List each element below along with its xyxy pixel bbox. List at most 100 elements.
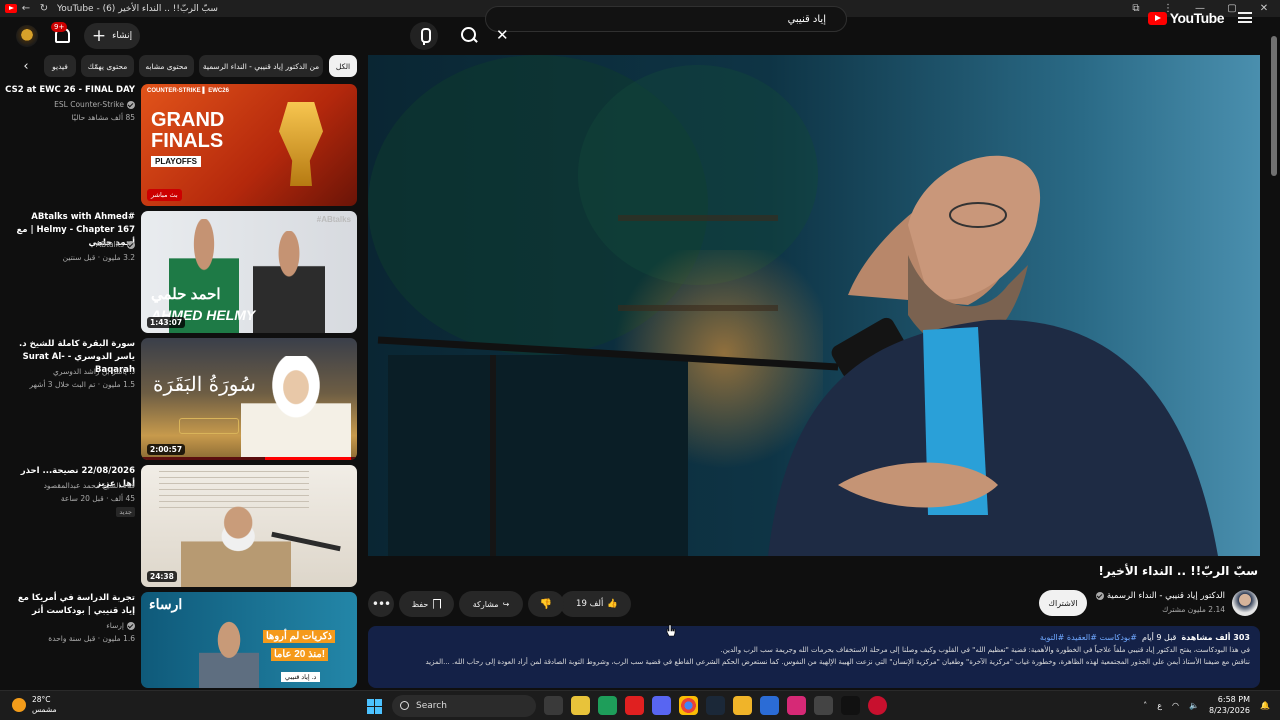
video-thumbnail[interactable]: ارساء ذكريات لم أروها منذ 20 عاما! د. إي… — [141, 592, 357, 688]
thumb-playoffs-text: PLAYOFFS — [151, 156, 201, 167]
channel-avatar[interactable] — [1232, 590, 1258, 616]
search-button-icon[interactable] — [455, 22, 483, 50]
youtube-play-logo-icon — [1147, 11, 1167, 25]
channel-name: ABtalks — [95, 240, 124, 249]
chips-scroll-left-icon[interactable]: ‹ — [15, 55, 37, 77]
description-text-2[interactable]: نناقش مع ضيفنا الأستاذ أيمن علي الجذور ا… — [378, 656, 1250, 668]
scrollbar-thumb[interactable] — [1271, 36, 1277, 176]
weather-widget[interactable]: 28°C مشمس — [12, 695, 57, 715]
video-duration: 24:38 — [147, 571, 177, 582]
recommendation-channel[interactable]: د. ياسر بن راشد الدوسري — [53, 367, 135, 376]
recommendation-channel[interactable]: قناة الشيخ محمد عبدالمقصود — [44, 481, 135, 490]
recommendation-title[interactable]: تجربة الدراسة في أمريكا مع إياد قنيبي | … — [5, 592, 135, 618]
chip-videos[interactable]: فيديو — [44, 55, 76, 77]
instagram-icon[interactable] — [787, 696, 806, 715]
recommendation-title[interactable]: CS2 at EWC 26 - FINAL DAY — [5, 84, 135, 97]
channel-name: د. ياسر بن راشد الدوسري — [53, 367, 135, 376]
guide-menu-icon[interactable] — [1238, 12, 1252, 23]
channel-name-row[interactable]: الدكتور إياد قنيبي - النداء الرسمية — [1095, 591, 1225, 601]
recommendation-meta: 1.5 مليون · تم البث خلال 3 أشهر — [29, 380, 135, 389]
close-button[interactable]: ✕ — [1248, 3, 1280, 14]
logo-text: YouTube — [1169, 10, 1225, 26]
tiktok-icon[interactable] — [841, 696, 860, 715]
youtube-logo[interactable]: YouTube — [1147, 10, 1225, 26]
create-button[interactable]: + إنشاء — [84, 23, 140, 49]
channel-name[interactable]: الدكتور إياد قنيبي - النداء الرسمية — [1107, 591, 1225, 601]
video-thumbnail[interactable]: COUNTER-STRIKE ▌ EWC26 GRAND FINALS PLAY… — [141, 84, 357, 206]
file-explorer-icon[interactable] — [571, 696, 590, 715]
voice-search-mic-icon[interactable] — [410, 22, 438, 50]
video-player[interactable] — [368, 55, 1260, 556]
chrome-icon[interactable] — [679, 696, 698, 715]
notifications-bell-icon[interactable]: 9+ — [51, 22, 70, 44]
plus-icon: + — [91, 25, 107, 46]
steam-icon[interactable] — [706, 696, 725, 715]
video-thumbnail[interactable]: سُورَةُ البَقَرَة 2:00:57 — [141, 338, 357, 460]
video-duration: 2:00:57 — [147, 444, 186, 455]
video-thumbnail[interactable]: 24:38 — [141, 465, 357, 587]
folder-icon[interactable] — [733, 696, 752, 715]
page-scrollbar[interactable] — [1270, 28, 1278, 683]
search-box[interactable] — [485, 6, 847, 32]
discord-icon[interactable] — [652, 696, 671, 715]
more-actions-icon[interactable]: ••• — [368, 591, 394, 617]
thumb-arabic-name-text: احمد حلمي — [151, 286, 221, 303]
youtube-app-icon[interactable] — [625, 696, 644, 715]
recommendation-item[interactable]: #ABtalks احمد حلمي AHMED HELMY 1:43:07 #… — [0, 211, 360, 333]
recommendation-item[interactable]: COUNTER-STRIKE ▌ EWC26 GRAND FINALS PLAY… — [0, 84, 360, 206]
search-input[interactable] — [516, 10, 826, 28]
account-avatar[interactable] — [16, 25, 38, 47]
chip-for-you[interactable]: محتوى يهمّك — [81, 55, 134, 77]
recommendation-item[interactable]: 24:38 22/08/2026 نصيحة... احذر أهل عزيز … — [0, 465, 360, 587]
store-icon[interactable] — [598, 696, 617, 715]
window-title: YouTube - (6) سبّ الربّ!! .. النداء الأخ… — [57, 3, 218, 14]
recommendation-meta: 3.2 مليون · قبل سنتين — [62, 253, 135, 262]
windows-start-icon[interactable] — [367, 699, 382, 714]
taskbar-apps — [544, 696, 887, 715]
video-thumbnail[interactable]: #ABtalks احمد حلمي AHMED HELMY 1:43:07 — [141, 211, 357, 333]
description-text-1: في هذا البودكاست، يفتح الدكتور إياد قنيب… — [720, 646, 1250, 654]
thumb-subheadline-text: منذ 20 عاما! — [271, 648, 329, 661]
mouse-cursor-icon — [666, 624, 676, 637]
live-badge: بث مباشر — [147, 189, 182, 201]
clear-search-icon[interactable]: ✕ — [496, 26, 509, 44]
subscribe-button[interactable]: الاشتراك — [1039, 590, 1087, 616]
description-box[interactable]: 303 ألف مشاهدة قبل 9 أيام #بودكاست #العق… — [368, 626, 1260, 688]
back-arrow-icon[interactable]: ← — [17, 3, 35, 14]
settings-gear-icon[interactable] — [814, 696, 833, 715]
thumbs-down-icon: 👎 — [539, 598, 553, 610]
recommendation-item[interactable]: سُورَةُ البَقَرَة 2:00:57 سورة البقرة كا… — [0, 338, 360, 460]
reload-icon[interactable]: ↻ — [35, 3, 53, 14]
task-view-icon[interactable] — [544, 696, 563, 715]
app-icon[interactable] — [760, 696, 779, 715]
chip-from-channel[interactable]: من الدكتور إياد قنيبي - النداء الرسمية — [199, 55, 323, 77]
share-arrow-icon: ↪ — [502, 599, 510, 609]
system-clock[interactable]: 6:58 PM 8/23/2026 — [1209, 694, 1250, 716]
clock-time: 6:58 PM — [1217, 695, 1251, 704]
taskbar-search[interactable]: Search — [392, 695, 536, 717]
like-button[interactable]: 19 ألف 👍 — [564, 591, 630, 617]
dislike-button[interactable]: 👎 — [528, 591, 564, 617]
save-button[interactable]: حفظ — [399, 591, 454, 617]
notifications-center-icon[interactable]: 🔔 — [1260, 701, 1270, 710]
recommendation-meta: 85 ألف مشاهد حاليًا — [71, 113, 135, 122]
tray-overflow-icon[interactable]: ˄ — [1143, 701, 1147, 710]
speaker-icon[interactable]: 🔈 — [1189, 701, 1199, 710]
recommendation-channel[interactable]: ESL Counter-Strike — [54, 100, 135, 109]
verified-icon — [127, 621, 135, 630]
save-label: حفظ — [411, 599, 429, 609]
new-badge: جديد — [116, 507, 135, 517]
chip-all[interactable]: الكل — [329, 55, 357, 77]
input-language[interactable]: ع — [1157, 701, 1162, 710]
view-count: 303 ألف مشاهدة — [1181, 633, 1250, 642]
recommendation-channel[interactable]: ABtalks — [96, 240, 135, 249]
recommendation-channel[interactable]: إرساء — [106, 621, 135, 630]
temperature: 28°C — [32, 695, 51, 704]
hashtags[interactable]: #بودكاست #العقيدة #التوبة — [1040, 633, 1137, 642]
share-button[interactable]: مشاركة ↪ — [459, 591, 523, 617]
opera-icon[interactable] — [868, 696, 887, 715]
wifi-icon[interactable]: ◠ — [1172, 701, 1179, 710]
recommendation-item[interactable]: ارساء ذكريات لم أروها منذ 20 عاما! د. إي… — [0, 592, 360, 688]
thumb-guest-text: د. إياد قنيبي — [281, 672, 321, 682]
chip-related[interactable]: محتوى مشابه — [139, 55, 194, 77]
